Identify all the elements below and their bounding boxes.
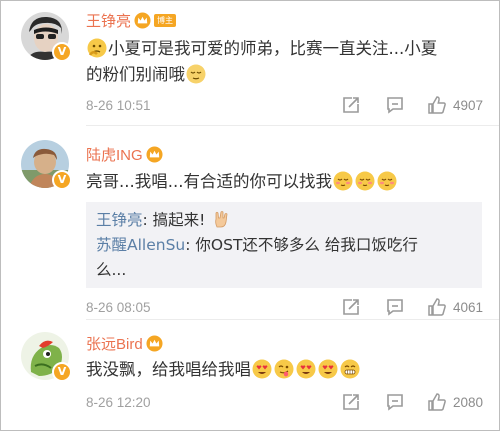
tongue-wink-emoji-icon xyxy=(274,359,294,379)
thumbs-up-icon xyxy=(428,298,446,316)
blush-emoji-icon xyxy=(355,171,375,191)
like-count: 4061 xyxy=(452,299,483,315)
reply-text-cont: 么... xyxy=(96,261,127,279)
comment-item: V 王铮亮 博主 小夏可是我可爱的师弟，比赛一直关注...小夏 的粉们别闹哦 8… xyxy=(1,1,499,123)
comment-button[interactable] xyxy=(385,95,405,115)
timestamp: 8-26 12:20 xyxy=(86,394,151,410)
heart-eyes-emoji-icon xyxy=(333,171,353,191)
verified-badge-icon: V xyxy=(52,362,72,382)
verified-badge-icon: V xyxy=(52,42,72,62)
rock-hand-emoji-icon xyxy=(215,211,228,228)
comment-icon xyxy=(387,394,403,411)
reply-username[interactable]: 王铮亮 xyxy=(96,211,143,229)
comment-icon xyxy=(387,97,403,114)
comment-text-line1: 亮哥...我唱...有合适的你可以找我 xyxy=(86,172,332,191)
username[interactable]: 张远Bird xyxy=(86,333,143,354)
verified-badge-icon: V xyxy=(52,170,72,190)
reply-box: 王铮亮: 搞起来! 苏醒AllenSu: 你OST还不够多么 给我口饭吃行 么.… xyxy=(86,202,482,288)
username[interactable]: 陆虎ING xyxy=(86,144,143,165)
comment-text-line2: 的粉们别闹哦 xyxy=(86,65,185,84)
thumbs-up-icon xyxy=(428,393,446,411)
avatar[interactable]: V xyxy=(21,12,72,62)
reply-item: 王铮亮: 搞起来! xyxy=(96,208,472,233)
comment-button[interactable] xyxy=(385,297,405,317)
thumbs-up-icon xyxy=(428,96,446,114)
heart-eyes-emoji-icon xyxy=(318,359,338,379)
share-button[interactable] xyxy=(341,392,361,412)
thinking-emoji-icon xyxy=(87,38,107,58)
username[interactable]: 王铮亮 xyxy=(86,10,131,31)
like-button[interactable]: 4061 xyxy=(427,297,483,317)
reply-text: 搞起来! xyxy=(147,211,206,229)
comment-text: 亮哥...我唱...有合适的你可以找我 xyxy=(86,169,481,195)
share-icon xyxy=(343,394,359,410)
relieved-emoji-icon xyxy=(186,64,206,84)
crown-icon xyxy=(134,12,151,29)
comment-text: 我没飘，给我唱给我唱 xyxy=(86,357,481,383)
comment-list: V 王铮亮 博主 小夏可是我可爱的师弟，比赛一直关注...小夏 的粉们别闹哦 8… xyxy=(0,0,500,431)
comment-item: V 陆虎ING 亮哥...我唱...有合适的你可以找我 王铮亮: 搞起来! 苏醒… xyxy=(1,126,499,316)
heart-eyes-emoji-icon xyxy=(296,359,316,379)
comment-header: 陆虎ING xyxy=(86,144,163,165)
comment-text-line1: 我没飘，给我唱给我唱 xyxy=(86,360,251,379)
reply-username[interactable]: 苏醒AllenSu xyxy=(96,236,185,254)
share-button[interactable] xyxy=(341,95,361,115)
like-count: 2080 xyxy=(452,394,483,410)
timestamp: 8-26 10:51 xyxy=(86,97,151,113)
share-icon xyxy=(343,97,359,113)
comment-item: V 张远Bird 我没飘，给我唱给我唱 8-26 12:20 2080 xyxy=(1,320,499,430)
like-count: 4907 xyxy=(452,97,483,113)
comment-button[interactable] xyxy=(385,392,405,412)
like-button[interactable]: 2080 xyxy=(427,392,483,412)
share-button[interactable] xyxy=(341,297,361,317)
avatar[interactable]: V xyxy=(21,140,72,190)
crown-icon xyxy=(146,146,163,163)
comment-text: 小夏可是我可爱的师弟，比赛一直关注...小夏 的粉们别闹哦 xyxy=(86,36,481,88)
comment-header: 王铮亮 博主 xyxy=(86,10,177,31)
reply-text: 你OST还不够多么 给我口饭吃行 xyxy=(190,236,418,254)
comment-icon xyxy=(387,299,403,316)
heart-eyes-emoji-icon xyxy=(252,359,272,379)
comment-meta: 8-26 08:05 4061 xyxy=(86,296,483,318)
avatar[interactable]: V xyxy=(21,332,72,382)
author-tag: 博主 xyxy=(154,14,177,27)
comment-meta: 8-26 12:20 2080 xyxy=(86,391,483,413)
reply-item: 苏醒AllenSu: 你OST还不够多么 给我口饭吃行 么... xyxy=(96,236,418,279)
timestamp: 8-26 08:05 xyxy=(86,299,151,315)
comment-text-line1: 小夏可是我可爱的师弟，比赛一直关注...小夏 xyxy=(108,39,438,58)
comment-meta: 8-26 10:51 4907 xyxy=(86,94,483,116)
blush-emoji-icon xyxy=(377,171,397,191)
like-button[interactable]: 4907 xyxy=(427,95,483,115)
crown-icon xyxy=(146,335,163,352)
share-icon xyxy=(343,299,359,315)
grin-emoji-icon xyxy=(340,359,360,379)
comment-header: 张远Bird xyxy=(86,333,163,354)
